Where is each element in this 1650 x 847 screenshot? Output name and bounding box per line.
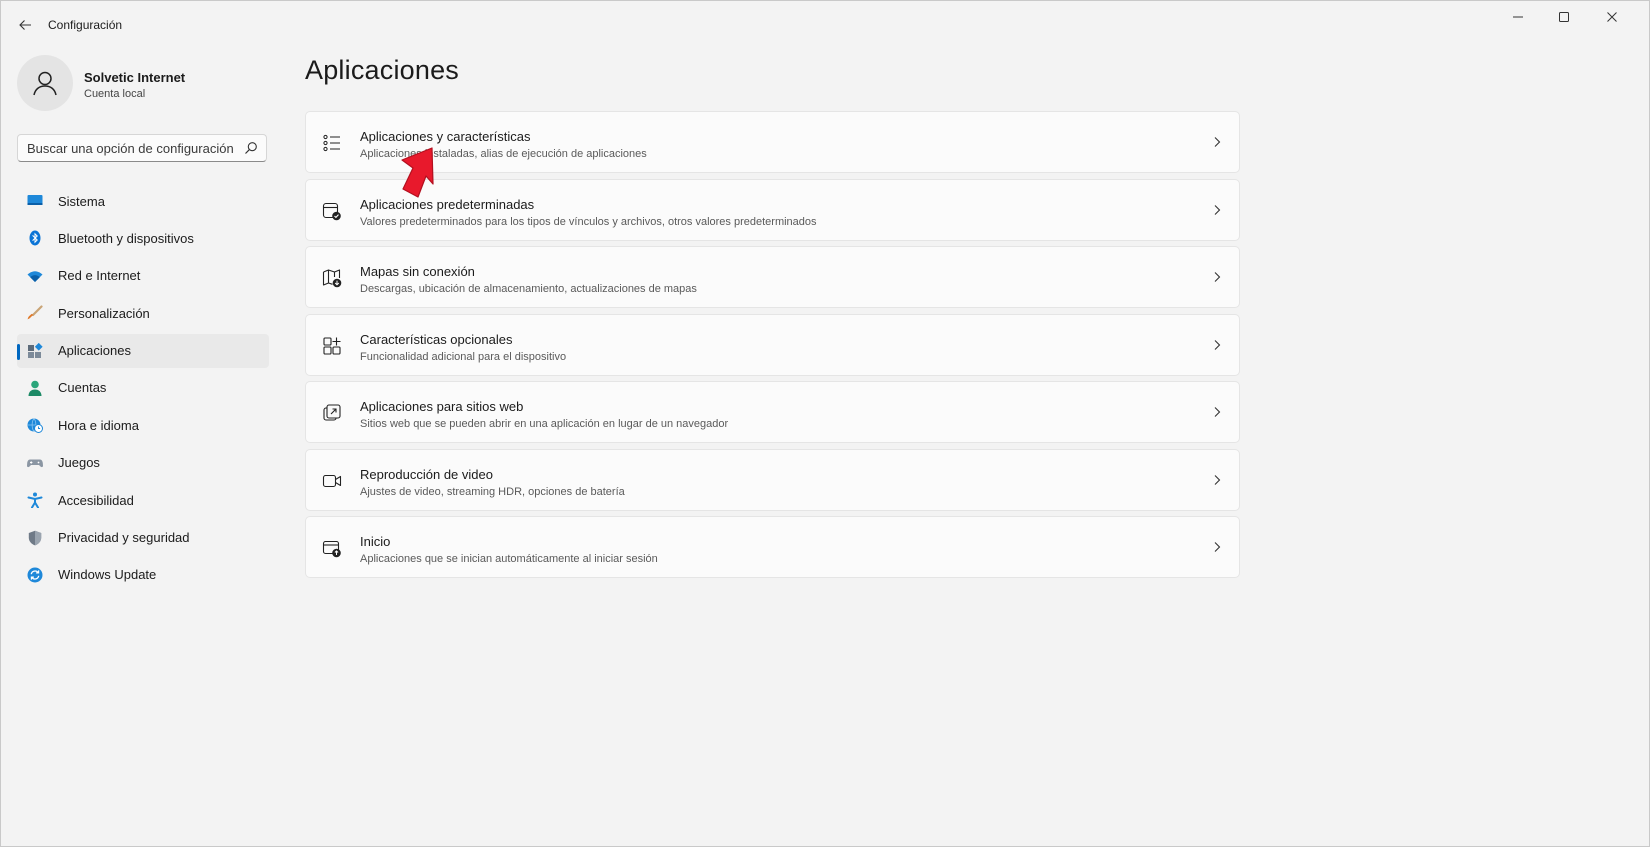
card-description: Aplicaciones que se inician automáticame… [360, 553, 658, 565]
account-type: Cuenta local [84, 88, 146, 100]
card-title: Aplicaciones y características [360, 129, 531, 144]
card-video-playback[interactable]: Reproducción de video Ajustes de video, … [305, 448, 1240, 511]
sidebar-item-cuentas[interactable]: Cuentas [17, 371, 269, 405]
map-download-icon [322, 269, 342, 288]
sidebar-item-sistema[interactable]: Sistema [17, 184, 269, 218]
user-icon [33, 71, 57, 96]
card-title: Características opcionales [360, 331, 513, 347]
gamepad-icon [27, 459, 43, 467]
window-title: Configuración [48, 18, 123, 32]
paintbrush-icon [27, 305, 43, 320]
user-name: Solvetic Internet [84, 70, 186, 85]
startup-icon [322, 540, 341, 558]
sidebar-item-label: Privacidad y seguridad [58, 530, 190, 546]
open-in-app-icon [323, 404, 341, 421]
sidebar-item-privacidad[interactable]: Privacidad y seguridad [17, 521, 269, 555]
card-title: Mapas sin conexión [360, 264, 475, 279]
minimize-button[interactable] [1495, 1, 1541, 33]
settings-window: Configuración Solvetic Internet Cuenta l… [0, 0, 1650, 847]
sidebar-nav: Sistema Bluetooth y dispositivos Red e I… [17, 184, 269, 595]
avatar[interactable] [17, 55, 73, 111]
sidebar-item-accesibilidad[interactable]: Accesibilidad [17, 483, 269, 517]
title-bar: Configuración [1, 1, 1649, 47]
globe-clock-icon [27, 418, 43, 434]
sidebar-item-label: Cuentas [58, 380, 107, 396]
sidebar-item-label: Bluetooth y dispositivos [58, 230, 194, 246]
minimize-icon [1513, 16, 1523, 18]
annotation-arrow-icon [401, 147, 434, 198]
sidebar-item-label: Hora e idioma [58, 417, 139, 433]
chevron-right-icon [1214, 137, 1221, 147]
search-icon[interactable] [244, 141, 258, 155]
sidebar-item-personalizacion[interactable]: Personalización [17, 296, 269, 330]
chevron-right-icon [1214, 474, 1221, 485]
card-title: Aplicaciones para sitios web [360, 399, 524, 414]
card-offline-maps[interactable]: Mapas sin conexión Descargas, ubicación … [305, 246, 1240, 308]
chevron-right-icon [1214, 407, 1221, 417]
chevron-right-icon [1214, 204, 1221, 215]
sidebar-item-label: Windows Update [58, 567, 157, 583]
chevron-right-icon [1214, 542, 1221, 552]
close-button[interactable] [1589, 1, 1635, 33]
card-title: Inicio [360, 534, 391, 549]
sidebar-item-windows-update[interactable]: Windows Update [17, 558, 269, 592]
card-description: Sitios web que se pueden abrir en una ap… [360, 418, 729, 430]
sidebar-item-aplicaciones[interactable]: Aplicaciones [17, 333, 269, 368]
card-description: Ajustes de video, streaming HDR, opcione… [360, 485, 625, 498]
accessibility-icon [27, 492, 43, 509]
sidebar-item-label: Accesibilidad [58, 492, 134, 508]
bluetooth-icon [29, 230, 41, 246]
shield-icon [28, 530, 42, 545]
sidebar-item-red[interactable]: Red e Internet [17, 259, 269, 293]
sidebar-item-label: Juegos [58, 455, 100, 471]
search-input[interactable] [27, 140, 237, 156]
sidebar-item-label: Red e Internet [58, 268, 141, 284]
close-icon [1607, 12, 1617, 22]
card-title: Reproducción de video [360, 466, 493, 482]
page-title: Aplicaciones [305, 55, 459, 85]
card-startup[interactable]: Inicio Aplicaciones que se inician autom… [305, 516, 1240, 578]
update-icon [27, 567, 43, 583]
list-icon [323, 134, 340, 152]
back-button[interactable] [13, 13, 37, 37]
card-optional-features[interactable]: Características opcionales Funcionalidad… [305, 313, 1240, 376]
sidebar-item-label: Personalización [58, 305, 150, 321]
chevron-right-icon [1214, 339, 1221, 350]
card-description: Descargas, ubicación de almacenamiento, … [360, 283, 697, 295]
wifi-icon [27, 271, 43, 282]
sidebar-item-juegos[interactable]: Juegos [17, 446, 269, 480]
card-description: Funcionalidad adicional para el disposit… [360, 350, 567, 363]
apps-icon [28, 342, 43, 358]
card-description: Valores predeterminados para los tipos d… [360, 215, 817, 228]
video-camera-icon [322, 474, 342, 487]
sidebar-item-hora[interactable]: Hora e idioma [17, 408, 269, 442]
monitor-icon [27, 195, 43, 205]
chevron-right-icon [1214, 272, 1221, 282]
person-icon [28, 380, 42, 396]
search-box[interactable] [17, 134, 267, 162]
default-app-icon [322, 202, 341, 220]
arrow-left-icon [19, 20, 31, 30]
maximize-icon [1559, 12, 1569, 22]
card-apps-websites[interactable]: Aplicaciones para sitios web Sitios web … [305, 381, 1240, 443]
sidebar-item-label: Aplicaciones [58, 343, 131, 359]
sidebar-item-label: Sistema [58, 193, 105, 209]
maximize-button[interactable] [1541, 1, 1587, 33]
add-grid-icon [323, 336, 341, 355]
sidebar-item-bluetooth[interactable]: Bluetooth y dispositivos [17, 221, 269, 255]
